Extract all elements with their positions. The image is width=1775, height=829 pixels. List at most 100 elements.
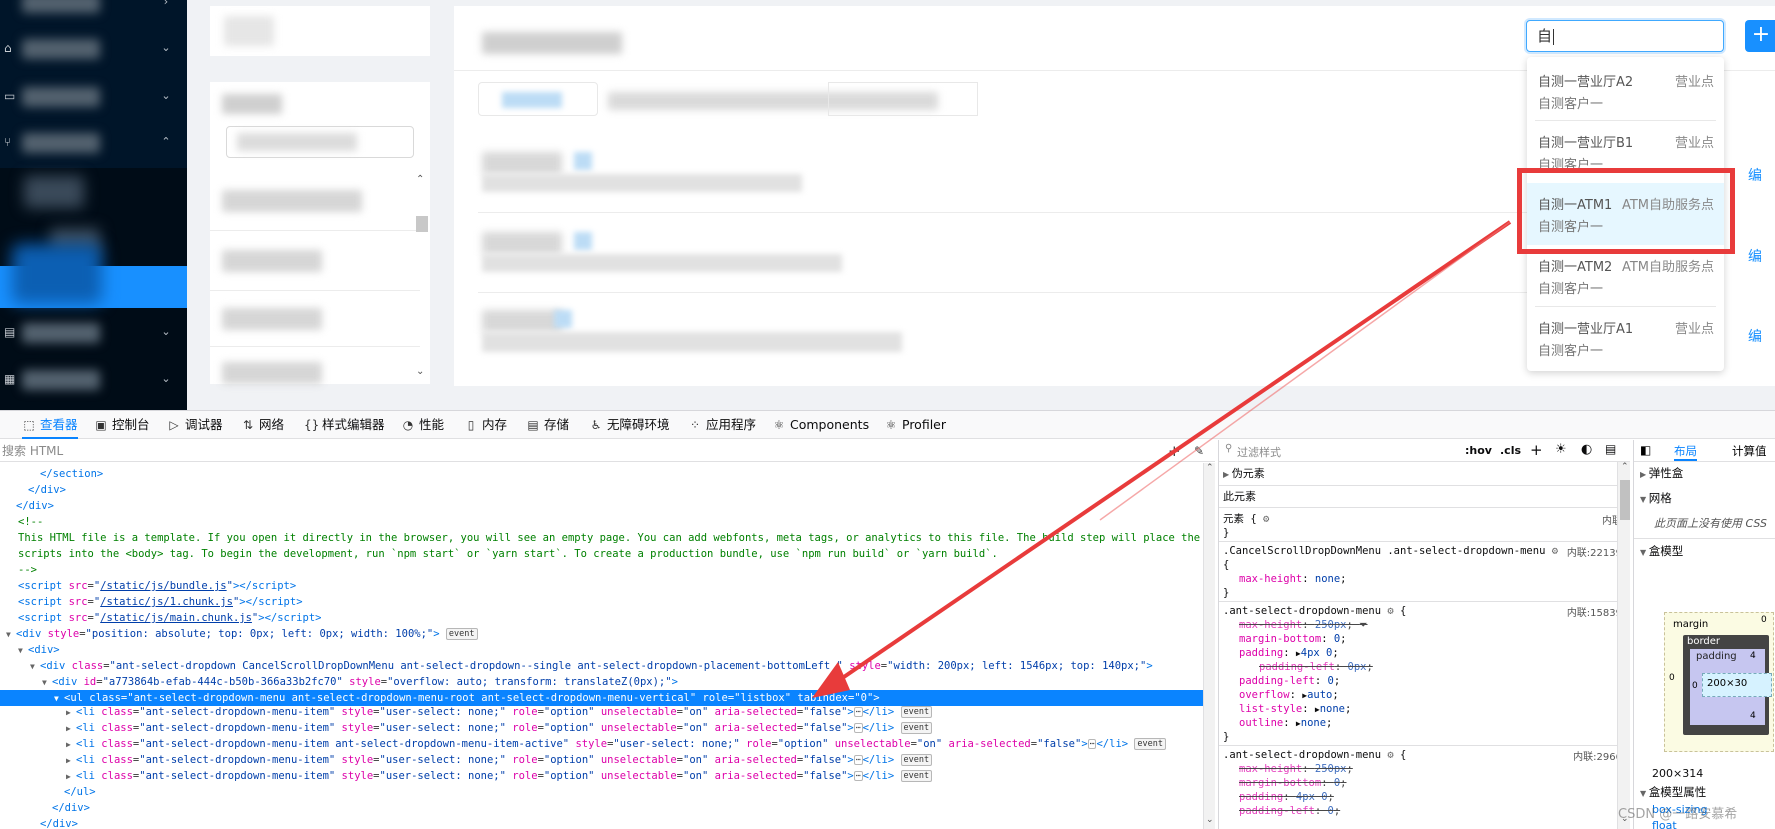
edit-link[interactable]: 编 (1748, 165, 1762, 185)
eyedropper-icon[interactable]: ✎ (1194, 440, 1204, 462)
declaration-overridden[interactable]: padding: 4px 0; (1239, 790, 1334, 804)
sidebar-item-3[interactable]: ⑂ ⌃ (0, 120, 187, 166)
declaration-overridden[interactable]: margin-bottom: 0; (1239, 776, 1347, 790)
declaration[interactable]: max-height: none; (1239, 572, 1347, 586)
grid-section[interactable]: ▼ 网格 (1640, 490, 1672, 506)
markup-li[interactable]: ▶ <li class="ant-select-dropdown-menu-ite… (0, 720, 1203, 736)
search-html-input[interactable]: 搜索 HTML + ✎ (0, 440, 1215, 462)
declaration[interactable]: list-style: ▶none; (1239, 702, 1351, 716)
markup-line[interactable]: </ul> (0, 784, 1203, 800)
scroll-up-icon[interactable]: ⌃ (416, 174, 424, 185)
add-node-icon[interactable]: + (1168, 440, 1181, 462)
markup-comment[interactable]: <!-- (0, 514, 1203, 530)
tab-storage[interactable]: ▤ 存储 (526, 411, 569, 439)
cls-toggle[interactable]: .cls (1500, 444, 1521, 457)
markup-line[interactable]: </div> (0, 498, 1203, 514)
tab-profiler[interactable]: ⚛ Profiler (884, 411, 946, 439)
light-mode-icon[interactable]: ☀ (1555, 442, 1567, 457)
gear-icon[interactable]: ⚙ (1552, 545, 1558, 557)
print-media-icon[interactable]: ▤ (1605, 442, 1616, 456)
dark-mode-icon[interactable]: ◐ (1581, 442, 1592, 457)
rule-selector[interactable]: .CancelScrollDropDownMenu .ant-select-dr… (1223, 544, 1558, 558)
declaration[interactable]: margin-bottom: 0; (1239, 632, 1347, 646)
dropdown-option[interactable]: 自测一ATM2 ATM自助服务点 自测客户一 (1527, 245, 1724, 307)
sidebar-item-4[interactable]: ▤ ⌄ (0, 310, 187, 356)
filter-icon: ⚲ (1225, 443, 1233, 454)
markup-comment[interactable]: --> (0, 562, 1203, 578)
element-rule[interactable]: 元素 { ⚙ (1223, 512, 1269, 526)
declaration[interactable]: outline: ▶none; (1239, 716, 1332, 730)
declaration[interactable]: overflow: ▶auto; (1239, 688, 1339, 702)
filter-scrollbar[interactable]: ⌃ ⌄ (414, 174, 428, 384)
box-model-properties-section[interactable]: ▼ 盒模型属性 (1640, 784, 1706, 800)
markup-li-active[interactable]: ▶ <li class="ant-select-dropdown-menu-ite… (0, 736, 1203, 752)
markup-li[interactable]: ▶ <li class="ant-select-dropdown-menu-ite… (0, 752, 1203, 768)
declaration[interactable]: padding-left: 0; (1239, 674, 1340, 688)
sidebar-item-5[interactable]: ▦ ⌄ (0, 357, 187, 403)
markup-line[interactable]: </div> (0, 800, 1203, 816)
markup-line[interactable]: </section> (0, 466, 1203, 482)
filter-styles-input[interactable]: ⚲ 过滤样式 :hov .cls + ☀ ◐ ▤ (1219, 440, 1630, 462)
tab-accessibility[interactable]: ♿ 无障碍环境 (589, 411, 670, 439)
tab-layout[interactable]: 布局 (1674, 443, 1697, 461)
gear-icon[interactable]: ⚙ (1387, 749, 1393, 761)
tab-network[interactable]: ⇅ 网络 (241, 411, 284, 439)
tab-components[interactable]: ⚛ Components (772, 411, 869, 439)
markup-li[interactable]: ▶ <li class="ant-select-dropdown-menu-ite… (0, 768, 1203, 784)
declaration-overridden[interactable]: max-height: 250px; ⏷ (1239, 618, 1368, 632)
sidebar-item-home[interactable]: ⌂ ⌄ (0, 26, 187, 72)
tab-memory[interactable]: ▯ 内存 (464, 411, 507, 439)
dropdown-option[interactable]: 自测一营业厅A1 营业点 自测客户一 (1527, 307, 1724, 369)
filter-search-input[interactable] (226, 126, 414, 158)
scroll-up-icon[interactable]: ⌃ (1621, 462, 1629, 472)
markup-line[interactable]: </div> (0, 816, 1203, 829)
chevron-down-icon: ⌄ (161, 325, 171, 338)
tab-inspector[interactable]: ⬚ 查看器 (22, 411, 78, 439)
markup-line[interactable]: ▼ <div class="ant-select-dropdown CancelS… (0, 658, 1203, 674)
tab-performance[interactable]: ◔ 性能 (401, 411, 444, 439)
declaration-overridden[interactable]: max-height: 250px; (1239, 762, 1353, 776)
tab-application[interactable]: ⁘ 应用程序 (688, 411, 756, 439)
gear-icon[interactable]: ⚙ (1387, 605, 1393, 617)
declaration-overridden[interactable]: padding-left: 0px; (1259, 660, 1373, 674)
markup-line[interactable]: ▼ <div style="position: absolute; top: 0p… (0, 626, 1203, 642)
edit-link[interactable]: 编 (1748, 326, 1762, 346)
sidebar-item-1[interactable]: › (0, 0, 187, 26)
tab-style-editor[interactable]: {} 样式编辑器 (304, 411, 385, 439)
flexbox-section[interactable]: ▶ 弹性盒 (1640, 465, 1683, 481)
scroll-down-icon[interactable]: ⌄ (416, 366, 424, 377)
markup-li[interactable]: ▶ <li class="ant-select-dropdown-menu-ite… (0, 704, 1203, 720)
sidebar-item-2[interactable]: ▭ ⌄ (0, 74, 187, 120)
filter-icon[interactable]: ⏷ (1359, 619, 1367, 631)
scroll-down-icon[interactable]: ⌄ (1206, 815, 1214, 825)
rule-selector[interactable]: .ant-select-dropdown-menu ⚙ { (1223, 604, 1406, 618)
declaration-overridden[interactable]: padding-left: 0; (1239, 804, 1340, 818)
dropdown-option[interactable]: 自测一营业厅A2 营业点 自测客户一 (1527, 60, 1724, 122)
declaration[interactable]: padding: ▶4px 0; (1239, 646, 1339, 660)
gear-icon[interactable]: ⚙ (1263, 513, 1269, 525)
sidebar-item-active[interactable] (0, 244, 187, 308)
markup-line[interactable]: <script src="/static/js/main.chunk.js"><… (0, 610, 1203, 626)
add-button[interactable]: + (1745, 20, 1775, 52)
markup-scrollbar[interactable]: ⌃ ⌄ (1203, 463, 1215, 829)
tab-console[interactable]: ▣ 控制台 (94, 411, 149, 439)
sidebar-toggle-icon[interactable]: ◧ (1640, 443, 1651, 457)
hov-toggle[interactable]: :hov (1465, 444, 1492, 457)
markup-line[interactable]: ▼ <div id="a773864b-efab-444c-b50b-366a33… (0, 674, 1203, 690)
rules-scrollbar[interactable]: ⌃ ⌄ (1617, 462, 1630, 829)
markup-line[interactable]: <script src="/static/js/1.chunk.js"></sc… (0, 594, 1203, 610)
add-rule-icon[interactable]: + (1530, 441, 1543, 459)
box-model-section[interactable]: ▼ 盒模型 (1640, 543, 1683, 559)
pseudo-elements-toggle[interactable]: ▶ 伪元素 (1223, 467, 1265, 481)
markup-line[interactable]: </div> (0, 482, 1203, 498)
markup-comment[interactable]: This HTML file is a template. If you ope… (0, 530, 1203, 546)
scroll-up-icon[interactable]: ⌃ (1206, 463, 1214, 473)
edit-link[interactable]: 编 (1748, 246, 1762, 266)
markup-comment[interactable]: scripts into the <body> tag. To begin th… (0, 546, 1203, 562)
markup-line[interactable]: <script src="/static/js/bundle.js"></scr… (0, 578, 1203, 594)
search-input[interactable]: 自 (1526, 20, 1724, 52)
markup-line[interactable]: ▼ <div> (0, 642, 1203, 658)
tab-computed[interactable]: 计算值 (1732, 443, 1767, 459)
tab-debugger[interactable]: ▷ 调试器 (167, 411, 222, 439)
rule-selector[interactable]: .ant-select-dropdown-menu ⚙ { (1223, 748, 1406, 762)
